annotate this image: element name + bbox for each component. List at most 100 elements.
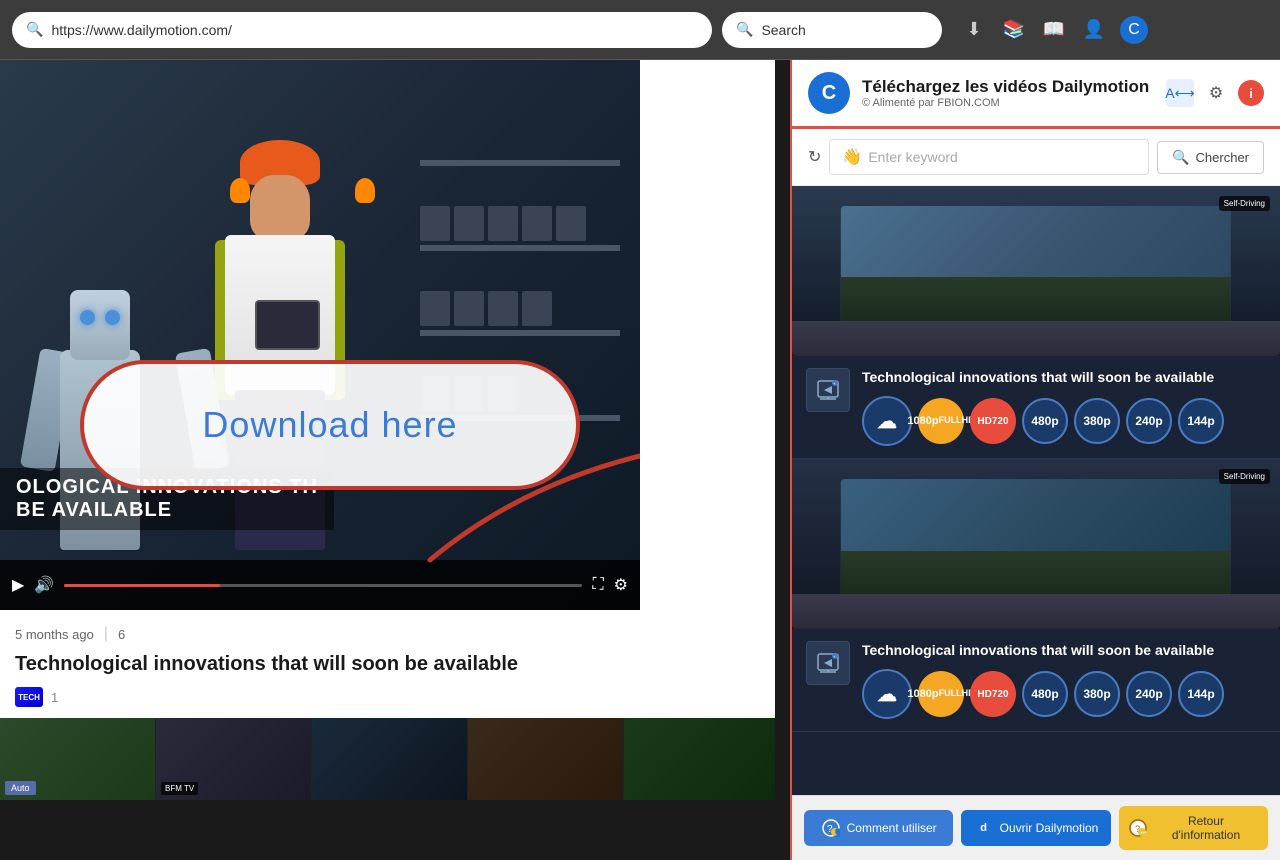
popup-title: Téléchargez les vidéos Dailymotion: [862, 77, 1154, 97]
self-driving-badge-1: Self-Driving: [1219, 196, 1270, 211]
subscriber-count: 1: [51, 690, 58, 705]
video-player[interactable]: OLOGICAL INNOVATIONS THBE AVAILABLE Down…: [0, 60, 640, 610]
thumb-4[interactable]: [468, 718, 624, 800]
p380-btn-1[interactable]: 380p: [1074, 398, 1120, 444]
url-text: https://www.dailymotion.com/: [51, 22, 232, 38]
how-to-label: Comment utiliser: [847, 821, 937, 835]
hd720-btn-2[interactable]: HD 720: [970, 671, 1016, 717]
main-content: OLOGICAL INNOVATIONS THBE AVAILABLE Down…: [0, 60, 1280, 800]
popup-video-list: Self-Driving +: [792, 186, 1280, 795]
auto-tag: Auto: [5, 781, 36, 795]
translate-icon[interactable]: A⟷: [1166, 79, 1194, 107]
return-info-label: Retour d'information: [1154, 814, 1258, 842]
keyword-input[interactable]: 👋 Enter keyword: [829, 139, 1149, 175]
p480-btn-1[interactable]: 480p: [1022, 398, 1068, 444]
popup-search-row: ↻ 👋 Enter keyword 🔍 Chercher: [792, 129, 1280, 186]
thumb-5[interactable]: [624, 718, 775, 800]
browser-chrome: 🔍 https://www.dailymotion.com/ 🔍 Search …: [0, 0, 1280, 60]
hd720-btn-1[interactable]: HD 720: [970, 398, 1016, 444]
address-bar[interactable]: 🔍 https://www.dailymotion.com/: [12, 12, 712, 48]
popup-thumb-1: Self-Driving: [792, 186, 1280, 356]
how-to-icon: ? 👤: [821, 818, 841, 838]
profile-icon[interactable]: 👤: [1080, 16, 1108, 44]
extension-popup: C Téléchargez les vidéos Dailymotion © A…: [790, 60, 1280, 860]
meta-separator: |: [104, 625, 108, 643]
extension-icon[interactable]: C: [1120, 16, 1148, 44]
p480-btn-2[interactable]: 480p: [1022, 671, 1068, 717]
bottom-thumbnails: Auto BFM TV: [0, 718, 775, 800]
open-dailymotion-button[interactable]: d Ouvrir Dailymotion: [961, 810, 1110, 846]
fullscreen-icon[interactable]: ⛶: [592, 576, 603, 594]
download-text: Download here: [202, 404, 457, 446]
svg-text:↩: ↩: [1141, 830, 1147, 837]
p240-btn-2[interactable]: 240p: [1126, 671, 1172, 717]
popup-video-title-1: Technological innovations that will soon…: [862, 368, 1266, 386]
p240-btn-1[interactable]: 240p: [1126, 398, 1172, 444]
chercher-button[interactable]: 🔍 Chercher: [1157, 141, 1264, 174]
download-circle: Download here: [80, 360, 580, 490]
video-title: Technological innovations that will soon…: [15, 651, 625, 677]
self-driving-badge-2: Self-Driving: [1219, 469, 1270, 484]
volume-icon[interactable]: 🔊: [34, 575, 54, 595]
play-button[interactable]: ▶: [12, 575, 24, 595]
refresh-button[interactable]: ↻: [808, 147, 821, 167]
meta-row: 5 months ago | 6: [15, 625, 625, 643]
video-thumbnail-icon-1: +: [806, 368, 850, 412]
popup-footer: ? 👤 Comment utiliser d Ouvrir Dailymotio…: [792, 795, 1280, 860]
thumb-2[interactable]: BFM TV: [156, 718, 312, 800]
popup-video-details-1: Technological innovations that will soon…: [862, 368, 1266, 446]
how-to-button[interactable]: ? 👤 Comment utiliser: [804, 810, 953, 846]
p144-btn-2[interactable]: 144p: [1178, 671, 1224, 717]
cloud-download-btn-1[interactable]: ☁: [862, 396, 912, 446]
thumb-1[interactable]: Auto: [0, 718, 156, 800]
settings-gear-icon[interactable]: ⚙: [1202, 79, 1230, 107]
publish-time: 5 months ago: [15, 627, 94, 642]
reader-icon[interactable]: 📖: [1040, 16, 1068, 44]
fullhd-btn-1[interactable]: 1080p FULLHD: [918, 398, 964, 444]
popup-header: C Téléchargez les vidéos Dailymotion © A…: [792, 60, 1280, 129]
download-icon[interactable]: ⬇: [960, 16, 988, 44]
browser-toolbar-icons: ⬇ 📚 📖 👤 C: [960, 16, 1148, 44]
chercher-label: Chercher: [1196, 150, 1249, 165]
return-info-icon: ? ↩: [1129, 818, 1148, 838]
settings-icon[interactable]: ⚙: [614, 575, 628, 595]
bfm-logo: BFM TV: [161, 782, 198, 795]
p144-btn-1[interactable]: 144p: [1178, 398, 1224, 444]
wave-emoji: 👋: [842, 147, 862, 167]
car-interior-2: Self-Driving: [792, 459, 1280, 629]
address-search-icon: 🔍: [26, 21, 43, 38]
popup-video-info-2: + Technological innovations that will so…: [792, 629, 1280, 731]
popup-subtitle: © Alimenté par FBION.COM: [862, 97, 1154, 109]
popup-thumb-2: Self-Driving: [792, 459, 1280, 629]
popup-header-icons: A⟷ ⚙ i: [1166, 79, 1264, 107]
popup-title-block: Téléchargez les vidéos Dailymotion © Ali…: [862, 77, 1154, 109]
info-icon[interactable]: i: [1238, 80, 1264, 106]
popup-video-details-2: Technological innovations that will soon…: [862, 641, 1266, 719]
fullhd-btn-2[interactable]: 1080p FULLHD: [918, 671, 964, 717]
return-info-button[interactable]: ? ↩ Retour d'information: [1119, 806, 1268, 850]
view-count: 6: [118, 627, 125, 642]
dailymotion-page: OLOGICAL INNOVATIONS THBE AVAILABLE Down…: [0, 60, 775, 800]
quality-buttons-2: ☁ 1080p FULLHD HD 720 480p 380p 24: [862, 669, 1266, 719]
search-icon-btn: 🔍: [1172, 149, 1189, 166]
channel-row: TECH 1: [15, 687, 625, 707]
keyword-placeholder: Enter keyword: [868, 149, 957, 165]
p380-btn-2[interactable]: 380p: [1074, 671, 1120, 717]
video-thumbnail-icon-2: +: [806, 641, 850, 685]
car-interior-1: Self-Driving: [792, 186, 1280, 356]
popup-video-item-2: Self-Driving +: [792, 459, 1280, 732]
bookmarks-icon[interactable]: 📚: [1000, 16, 1028, 44]
popup-video-item-1: Self-Driving +: [792, 186, 1280, 459]
popup-video-title-2: Technological innovations that will soon…: [862, 641, 1266, 659]
download-overlay[interactable]: Download here: [80, 360, 580, 490]
browser-search-bar[interactable]: 🔍 Search: [722, 12, 942, 48]
thumb-3[interactable]: [312, 718, 468, 800]
svg-text:👤: 👤: [833, 828, 840, 838]
quality-buttons-1: ☁ 1080p FULLHD HD 720 480p 380p 24: [862, 396, 1266, 446]
video-controls: ▶ 🔊 ⛶ ⚙: [0, 560, 640, 610]
open-dm-label: Ouvrir Dailymotion: [1000, 821, 1099, 835]
channel-logo: TECH: [15, 687, 43, 707]
video-background: OLOGICAL INNOVATIONS THBE AVAILABLE Down…: [0, 60, 640, 610]
popup-logo: C: [808, 72, 850, 114]
cloud-download-btn-2[interactable]: ☁: [862, 669, 912, 719]
